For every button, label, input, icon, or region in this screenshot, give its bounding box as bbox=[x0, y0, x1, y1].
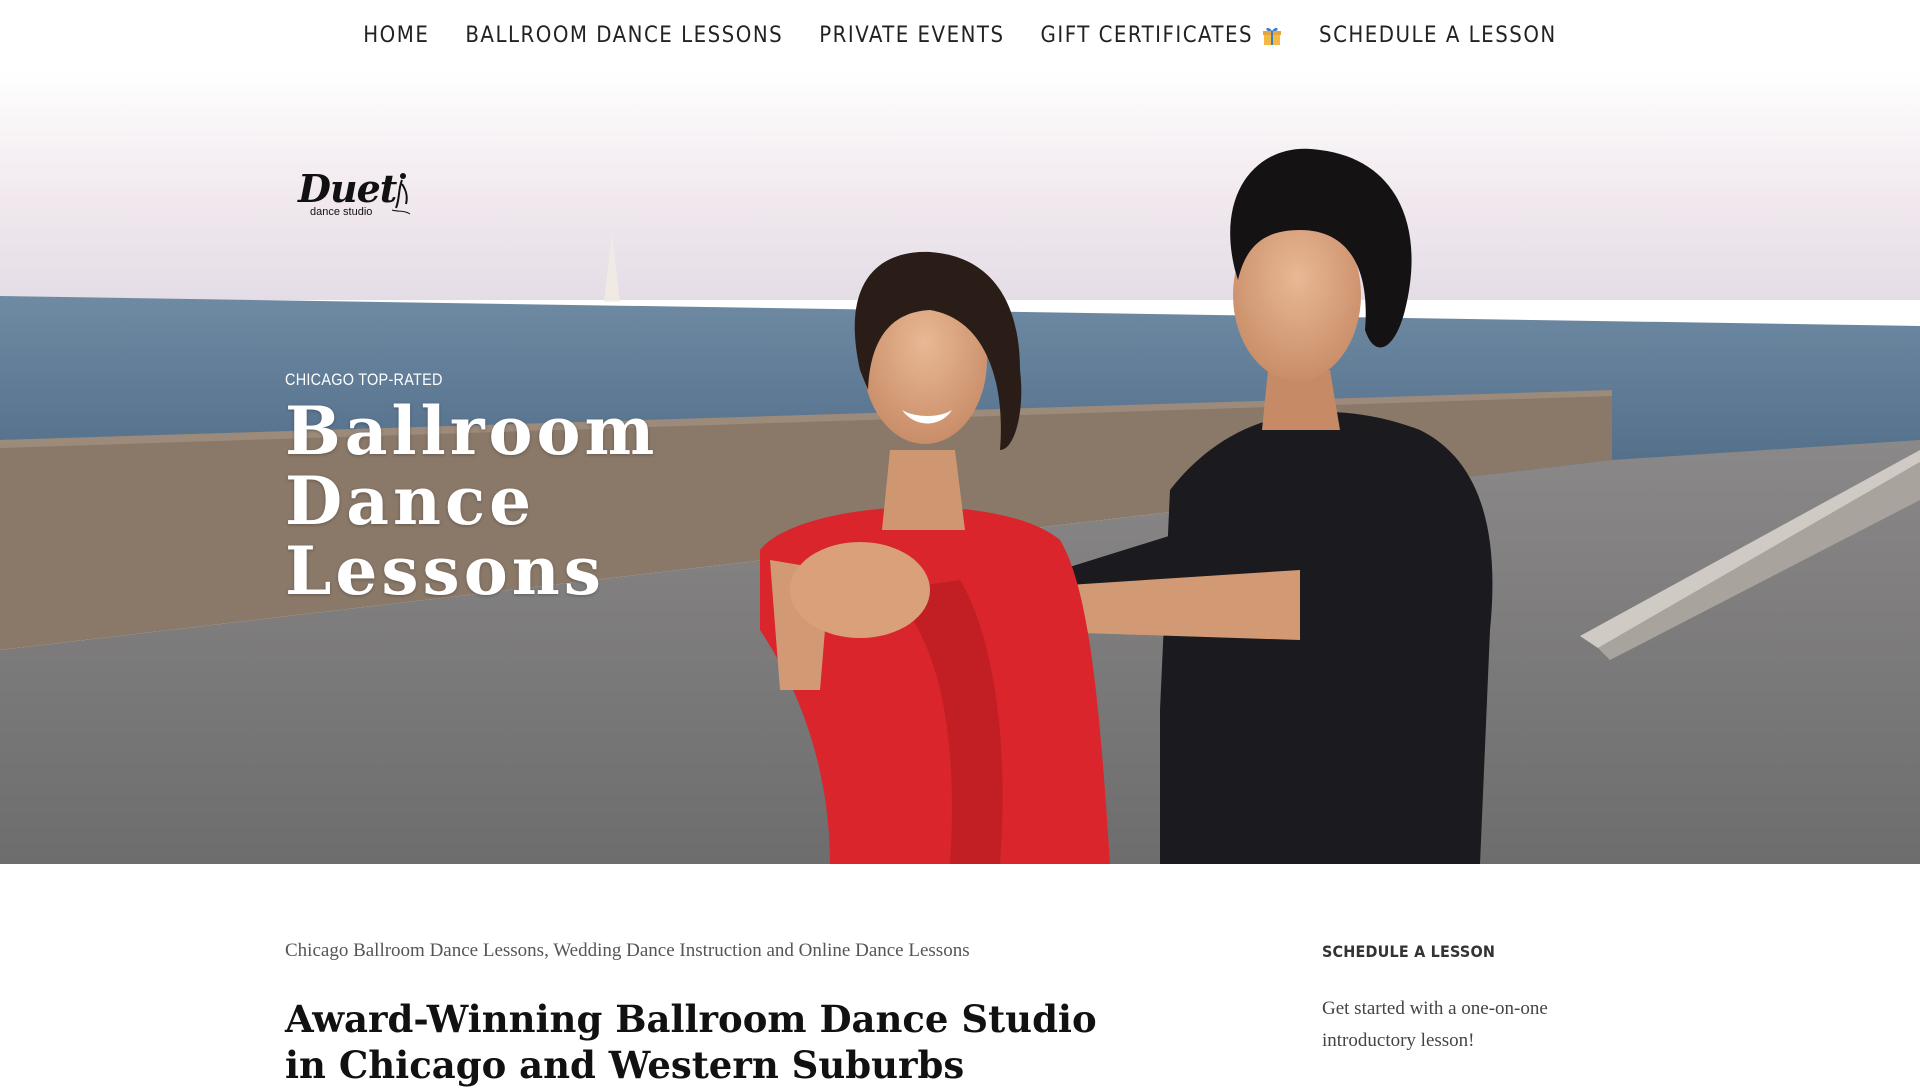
sidebar-text: Get started with a one-on-one introducto… bbox=[1322, 998, 1548, 1051]
dancer-silhouette-icon bbox=[391, 173, 411, 215]
hero-banner: Duet dance studio CHICAGO TOP-RATED Ball… bbox=[0, 70, 1920, 864]
intro-subtitle: Chicago Ballroom Dance Lessons, Wedding … bbox=[285, 940, 970, 961]
sidebar: SCHEDULE A LESSON Get started with a one… bbox=[1322, 942, 1622, 1057]
hero-text-block: CHICAGO TOP-RATED Ballroom Dance Lessons bbox=[285, 370, 665, 606]
main-content: Chicago Ballroom Dance Lessons, Wedding … bbox=[285, 940, 1105, 1088]
nav-private-events[interactable]: PRIVATE EVENTS bbox=[819, 23, 1004, 48]
logo-subtitle: dance studio bbox=[310, 206, 373, 218]
sidebar-heading: SCHEDULE A LESSON bbox=[1322, 942, 1496, 961]
nav-ballroom-dance-lessons[interactable]: BALLROOM DANCE LESSONS bbox=[465, 23, 783, 48]
nav-gift-certificates-label: GIFT CERTIFICATES bbox=[1040, 22, 1254, 48]
nav-schedule-a-lesson[interactable]: SCHEDULE A LESSON bbox=[1319, 23, 1557, 48]
gift-icon bbox=[1263, 27, 1282, 45]
nav-home[interactable]: HOME bbox=[363, 23, 429, 48]
hero-title: Ballroom Dance Lessons bbox=[285, 392, 659, 610]
logo-wordmark: Duet bbox=[298, 166, 397, 211]
hero-eyebrow: CHICAGO TOP-RATED bbox=[285, 370, 443, 389]
main-heading: Award-Winning Ballroom Dance Studio in C… bbox=[285, 997, 1097, 1087]
top-navigation: HOME BALLROOM DANCE LESSONS PRIVATE EVEN… bbox=[0, 0, 1920, 70]
nav-gift-certificates[interactable]: GIFT CERTIFICATES bbox=[1041, 23, 1283, 48]
duet-logo[interactable]: Duet dance studio bbox=[296, 166, 416, 222]
